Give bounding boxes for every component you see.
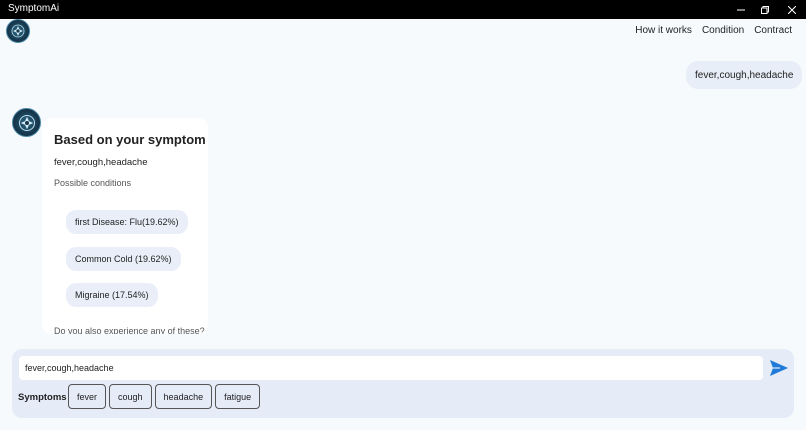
nav-how-it-works[interactable]: How it works — [635, 25, 692, 36]
symptom-chip-fever[interactable]: fever — [68, 384, 107, 409]
app-body: How it works Condition Contract fever,co… — [0, 19, 806, 430]
send-button[interactable] — [768, 357, 790, 379]
user-message-bubble: fever,cough,headache — [686, 61, 803, 89]
composer-panel: Symptoms : fever cough headache fatigue — [12, 349, 794, 418]
diagnosis-card: Based on your symptom fever,cough,headac… — [42, 118, 208, 334]
window-title: SymptomAi — [8, 3, 60, 14]
condition-item[interactable]: first Disease: Flu(19.62%) — [66, 210, 188, 234]
symptom-chip-headache[interactable]: headache — [154, 384, 213, 409]
symptom-chip-cough[interactable]: cough — [109, 384, 152, 409]
send-icon — [770, 360, 788, 376]
nav-contract[interactable]: Contract — [754, 25, 792, 36]
condition-item[interactable]: Common Cold (19.62%) — [66, 247, 181, 271]
minimize-icon — [737, 9, 745, 10]
nav-condition[interactable]: Condition — [702, 25, 744, 36]
close-icon — [788, 5, 796, 14]
medical-logo-icon — [11, 24, 25, 38]
symptom-chip-fatigue[interactable]: fatigue — [215, 384, 261, 409]
symptoms-label: Symptoms : — [18, 392, 73, 403]
followup-question: Do you also experience any of these? — [54, 326, 205, 334]
close-button[interactable] — [778, 0, 806, 19]
symptom-chip-list: fever cough headache fatigue — [68, 384, 261, 409]
card-subtitle: Possible conditions — [54, 178, 132, 188]
card-title: Based on your symptom — [54, 132, 206, 147]
symptom-input[interactable] — [19, 356, 763, 380]
medical-logo-icon — [18, 114, 35, 131]
bot-avatar — [12, 108, 41, 137]
condition-item[interactable]: Migraine (17.54%) — [66, 283, 158, 307]
top-nav: How it works Condition Contract — [635, 25, 792, 36]
card-symptom-text: fever,cough,headache — [54, 157, 148, 168]
restore-button[interactable] — [751, 0, 779, 19]
app-logo[interactable] — [6, 19, 30, 43]
restore-icon — [761, 5, 769, 14]
title-bar: SymptomAi — [0, 0, 806, 19]
